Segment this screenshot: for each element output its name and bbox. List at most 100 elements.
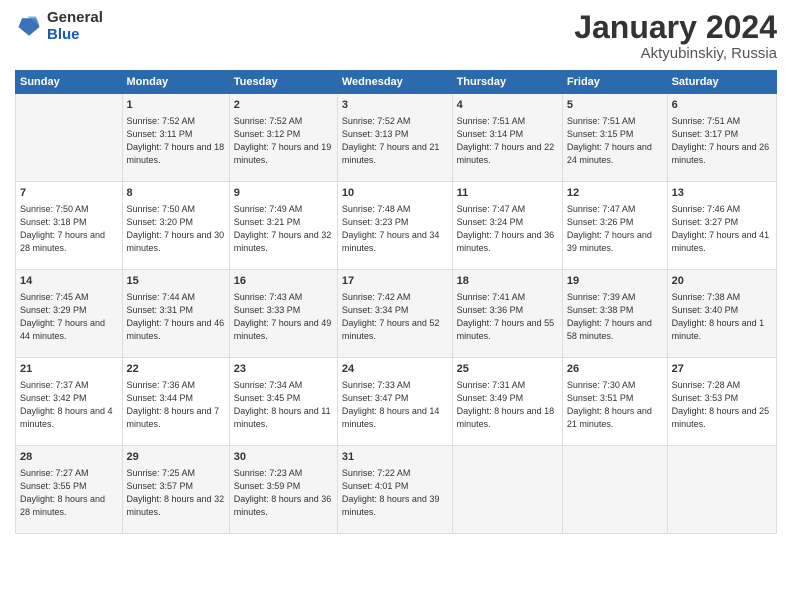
calendar-cell: 7 Sunrise: 7:50 AMSunset: 3:18 PMDaylight… [16,182,123,270]
day-info: Sunrise: 7:50 AMSunset: 3:20 PMDaylight:… [127,203,225,255]
header-saturday: Saturday [667,71,776,94]
calendar-header: Sunday Monday Tuesday Wednesday Thursday… [16,71,777,94]
day-number: 9 [234,186,333,201]
calendar-cell: 9 Sunrise: 7:49 AMSunset: 3:21 PMDaylight… [229,182,337,270]
day-number: 15 [127,274,225,289]
header-row: Sunday Monday Tuesday Wednesday Thursday… [16,71,777,94]
day-info: Sunrise: 7:49 AMSunset: 3:21 PMDaylight:… [234,203,333,255]
day-number: 31 [342,450,448,465]
day-info: Sunrise: 7:34 AMSunset: 3:45 PMDaylight:… [234,379,333,431]
day-number: 20 [672,274,772,289]
day-info: Sunrise: 7:52 AMSunset: 3:12 PMDaylight:… [234,115,333,167]
day-number: 1 [127,98,225,113]
day-info: Sunrise: 7:33 AMSunset: 3:47 PMDaylight:… [342,379,448,431]
calendar-cell: 12Sunrise: 7:47 AMSunset: 3:26 PMDayligh… [562,182,667,270]
day-number: 3 [342,98,448,113]
day-info: Sunrise: 7:47 AMSunset: 3:24 PMDaylight:… [457,203,558,255]
day-number: 30 [234,450,333,465]
header: General Blue January 2024 Aktyubinskiy, … [15,10,777,62]
logo-text: General Blue [47,10,103,43]
calendar-body: 1 Sunrise: 7:52 AMSunset: 3:11 PMDaylight… [16,94,777,534]
calendar-cell: 16 Sunrise: 7:43 AMSunset: 3:33 PMDayligh… [229,270,337,358]
header-thursday: Thursday [452,71,562,94]
day-info: Sunrise: 7:51 AMSunset: 3:14 PMDaylight:… [457,115,558,167]
day-info: Sunrise: 7:51 AMSunset: 3:17 PMDaylight:… [672,115,772,167]
day-info: Sunrise: 7:50 AMSunset: 3:18 PMDaylight:… [20,203,118,255]
day-info: Sunrise: 7:31 AMSunset: 3:49 PMDaylight:… [457,379,558,431]
calendar-cell: 2 Sunrise: 7:52 AMSunset: 3:12 PMDaylight… [229,94,337,182]
day-info: Sunrise: 7:51 AMSunset: 3:15 PMDaylight:… [567,115,663,167]
calendar-table: Sunday Monday Tuesday Wednesday Thursday… [15,70,777,534]
day-number: 23 [234,362,333,377]
day-info: Sunrise: 7:44 AMSunset: 3:31 PMDaylight:… [127,291,225,343]
day-info: Sunrise: 7:43 AMSunset: 3:33 PMDaylight:… [234,291,333,343]
calendar-cell: 27Sunrise: 7:28 AMSunset: 3:53 PMDayligh… [667,358,776,446]
day-number: 8 [127,186,225,201]
header-tuesday: Tuesday [229,71,337,94]
day-info: Sunrise: 7:42 AMSunset: 3:34 PMDaylight:… [342,291,448,343]
calendar-cell: 24Sunrise: 7:33 AMSunset: 3:47 PMDayligh… [337,358,452,446]
calendar-cell: 3 Sunrise: 7:52 AMSunset: 3:13 PMDaylight… [337,94,452,182]
day-number: 21 [20,362,118,377]
day-number: 16 [234,274,333,289]
calendar-cell: 18Sunrise: 7:41 AMSunset: 3:36 PMDayligh… [452,270,562,358]
page: General Blue January 2024 Aktyubinskiy, … [0,0,792,612]
calendar-cell: 26 Sunrise: 7:30 AMSunset: 3:51 PMDayligh… [562,358,667,446]
day-number: 10 [342,186,448,201]
title-block: January 2024 Aktyubinskiy, Russia [574,10,777,62]
calendar-cell: 21Sunrise: 7:37 AMSunset: 3:42 PMDayligh… [16,358,123,446]
day-info: Sunrise: 7:39 AMSunset: 3:38 PMDaylight:… [567,291,663,343]
calendar-cell: 4Sunrise: 7:51 AMSunset: 3:14 PMDaylight… [452,94,562,182]
day-number: 25 [457,362,558,377]
header-wednesday: Wednesday [337,71,452,94]
calendar-cell [562,446,667,534]
calendar-cell: 14Sunrise: 7:45 AMSunset: 3:29 PMDayligh… [16,270,123,358]
logo-blue-label: Blue [47,27,103,44]
calendar-cell: 20 Sunrise: 7:38 AMSunset: 3:40 PMDayligh… [667,270,776,358]
calendar-cell: 5 Sunrise: 7:51 AMSunset: 3:15 PMDaylight… [562,94,667,182]
calendar-cell: 31 Sunrise: 7:22 AMSunset: 4:01 PMDayligh… [337,446,452,534]
day-info: Sunrise: 7:38 AMSunset: 3:40 PMDaylight:… [672,291,772,343]
day-number: 7 [20,186,118,201]
day-number: 18 [457,274,558,289]
week-row-4: 28Sunrise: 7:27 AMSunset: 3:55 PMDayligh… [16,446,777,534]
day-number: 19 [567,274,663,289]
day-number: 26 [567,362,663,377]
day-info: Sunrise: 7:45 AMSunset: 3:29 PMDaylight:… [20,291,118,343]
location-title: Aktyubinskiy, Russia [574,45,777,62]
day-info: Sunrise: 7:25 AMSunset: 3:57 PMDaylight:… [127,467,225,519]
day-info: Sunrise: 7:28 AMSunset: 3:53 PMDaylight:… [672,379,772,431]
calendar-cell: 22 Sunrise: 7:36 AMSunset: 3:44 PMDayligh… [122,358,229,446]
day-info: Sunrise: 7:52 AMSunset: 3:13 PMDaylight:… [342,115,448,167]
day-number: 2 [234,98,333,113]
calendar-cell: 28Sunrise: 7:27 AMSunset: 3:55 PMDayligh… [16,446,123,534]
header-sunday: Sunday [16,71,123,94]
day-number: 13 [672,186,772,201]
day-info: Sunrise: 7:46 AMSunset: 3:27 PMDaylight:… [672,203,772,255]
calendar-cell: 17Sunrise: 7:42 AMSunset: 3:34 PMDayligh… [337,270,452,358]
day-info: Sunrise: 7:27 AMSunset: 3:55 PMDaylight:… [20,467,118,519]
logo-icon [15,13,43,41]
day-number: 12 [567,186,663,201]
day-info: Sunrise: 7:36 AMSunset: 3:44 PMDaylight:… [127,379,225,431]
calendar-cell: 25 Sunrise: 7:31 AMSunset: 3:49 PMDayligh… [452,358,562,446]
calendar-cell: 13 Sunrise: 7:46 AMSunset: 3:27 PMDayligh… [667,182,776,270]
day-number: 22 [127,362,225,377]
day-info: Sunrise: 7:23 AMSunset: 3:59 PMDaylight:… [234,467,333,519]
calendar-cell: 23 Sunrise: 7:34 AMSunset: 3:45 PMDayligh… [229,358,337,446]
calendar-cell: 15 Sunrise: 7:44 AMSunset: 3:31 PMDayligh… [122,270,229,358]
calendar-cell: 1 Sunrise: 7:52 AMSunset: 3:11 PMDaylight… [122,94,229,182]
calendar-cell: 8 Sunrise: 7:50 AMSunset: 3:20 PMDaylight… [122,182,229,270]
day-info: Sunrise: 7:22 AMSunset: 4:01 PMDaylight:… [342,467,448,519]
calendar-cell [667,446,776,534]
day-number: 11 [457,186,558,201]
day-info: Sunrise: 7:30 AMSunset: 3:51 PMDaylight:… [567,379,663,431]
week-row-0: 1 Sunrise: 7:52 AMSunset: 3:11 PMDaylight… [16,94,777,182]
day-info: Sunrise: 7:52 AMSunset: 3:11 PMDaylight:… [127,115,225,167]
week-row-3: 21Sunrise: 7:37 AMSunset: 3:42 PMDayligh… [16,358,777,446]
day-number: 29 [127,450,225,465]
calendar-cell: 6Sunrise: 7:51 AMSunset: 3:17 PMDaylight… [667,94,776,182]
header-monday: Monday [122,71,229,94]
week-row-2: 14Sunrise: 7:45 AMSunset: 3:29 PMDayligh… [16,270,777,358]
day-number: 5 [567,98,663,113]
